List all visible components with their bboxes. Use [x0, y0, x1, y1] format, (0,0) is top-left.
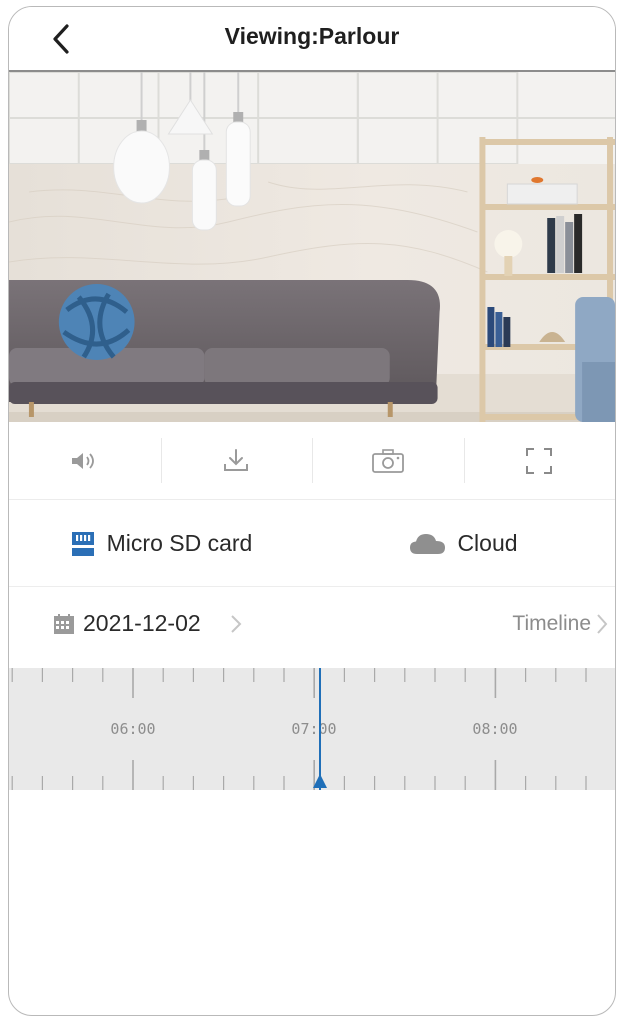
micro-sd-label: Micro SD card: [106, 530, 253, 556]
timeline-link-label: Timeline: [512, 612, 591, 635]
download-icon: [224, 448, 249, 471]
calendar-icon: [54, 613, 74, 634]
header-bar: Viewing:Parlour: [9, 7, 615, 72]
video-controls: [9, 422, 615, 500]
selected-date: 2021-12-02: [83, 610, 201, 636]
chevron-right-icon: [597, 614, 608, 634]
micro-sd-tab[interactable]: Micro SD card: [9, 501, 312, 586]
app-screen: Viewing:Parlour Micro SD card Cloud 2021…: [8, 6, 616, 1016]
hour-label: 08:00: [472, 720, 518, 738]
download-button[interactable]: [160, 422, 313, 499]
cloud-icon: [410, 533, 446, 554]
storage-selector: Micro SD card Cloud: [9, 501, 615, 587]
playhead-line[interactable]: [319, 668, 321, 790]
timeline-link[interactable]: Timeline: [512, 612, 609, 636]
fullscreen-icon: [526, 447, 553, 474]
sd-card-icon: [71, 531, 94, 556]
camera-icon: [371, 448, 404, 473]
speaker-icon: [71, 452, 94, 469]
page-title: Viewing:Parlour: [224, 23, 400, 49]
hour-label: 06:00: [110, 720, 156, 738]
date-row: 2021-12-02 Timeline: [9, 588, 615, 668]
hour-label: 07:00: [291, 720, 337, 738]
playhead-marker[interactable]: [313, 774, 327, 788]
cloud-label: Cloud: [457, 530, 518, 556]
camera-video-feed[interactable]: [9, 72, 615, 422]
cloud-tab[interactable]: Cloud: [312, 501, 615, 586]
date-picker[interactable]: 2021-12-02: [53, 610, 243, 637]
snapshot-button[interactable]: [312, 422, 464, 499]
volume-button[interactable]: [9, 422, 161, 499]
fullscreen-button[interactable]: [463, 422, 616, 499]
timeline-scrubber[interactable]: 06:00 07:00 08:00: [9, 668, 615, 790]
chevron-right-icon: [230, 614, 242, 633]
